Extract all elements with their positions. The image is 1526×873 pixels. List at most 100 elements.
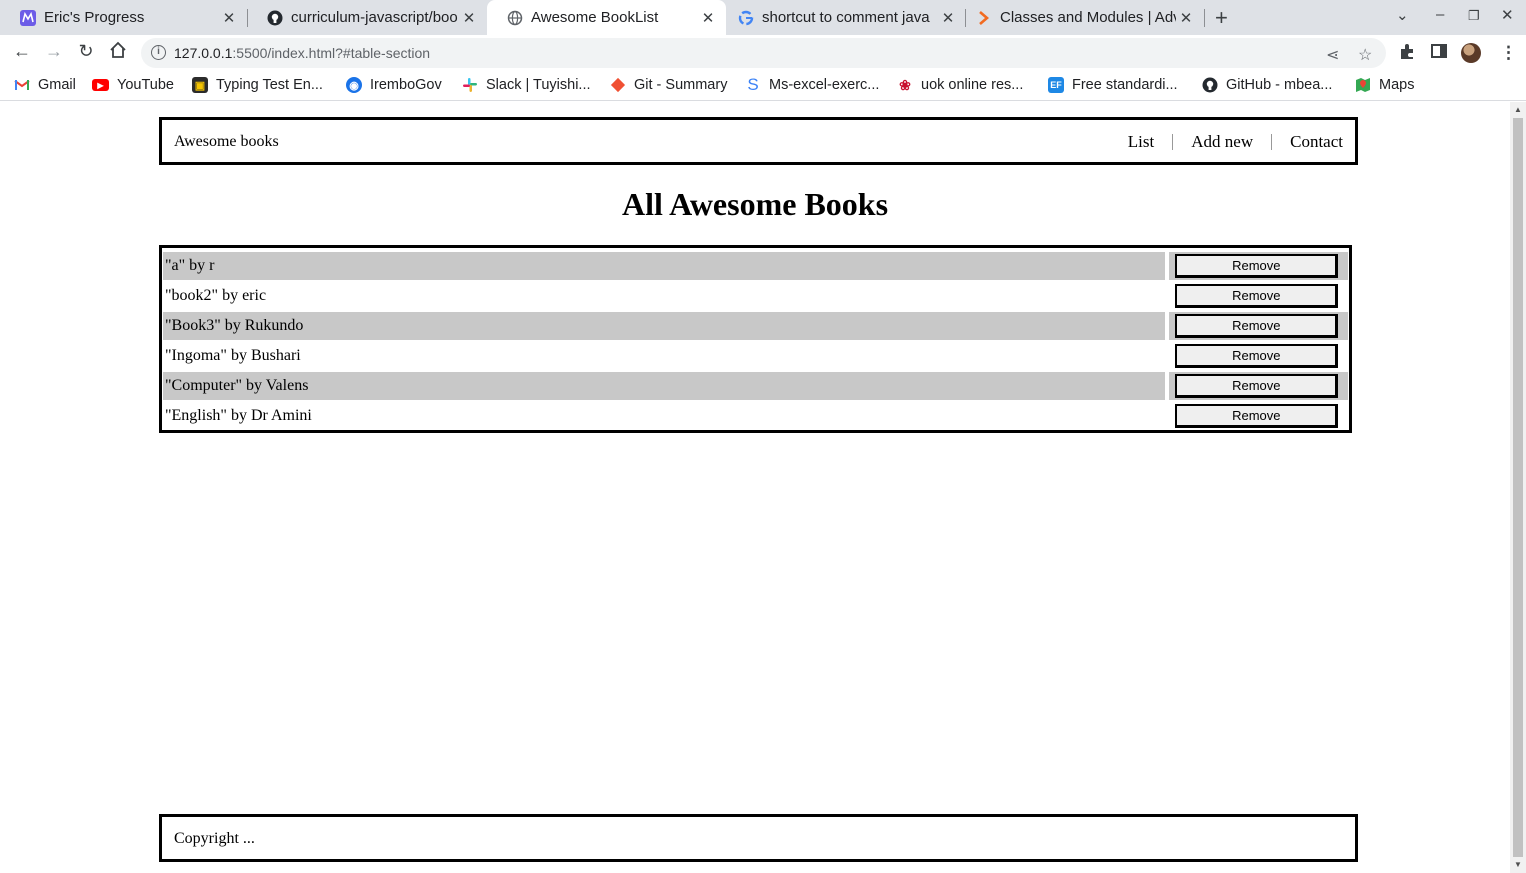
ef-icon: EF	[1048, 77, 1064, 93]
tab-curriculum[interactable]: curriculum-javascript/boo ✕	[247, 0, 487, 35]
irembo-icon: ◉	[346, 77, 362, 93]
nav-divider	[1271, 134, 1273, 150]
nav-link-list[interactable]: List	[1128, 132, 1154, 152]
book-action-cell: Remove	[1169, 312, 1348, 340]
close-icon[interactable]: ✕	[938, 9, 958, 27]
close-window-icon[interactable]: ✕	[1501, 6, 1514, 24]
book-action-cell: Remove	[1169, 252, 1348, 280]
book-title: "Ingoma" by Bushari	[165, 347, 301, 364]
star-icon[interactable]: ☆	[1358, 45, 1372, 65]
bookmark-label: Ms-excel-exerc...	[769, 77, 880, 93]
book-title: "Computer" by Valens	[163, 372, 1166, 400]
page-title: All Awesome Books	[621, 186, 889, 222]
tab-title: Classes and Modules | Adv	[1000, 9, 1176, 26]
tab-erics-progress[interactable]: Eric's Progress ✕	[0, 0, 247, 35]
bookmark-label: Slack | Tuyishi...	[486, 77, 591, 93]
close-icon[interactable]: ✕	[1176, 9, 1196, 27]
arrow-icon	[976, 10, 992, 26]
bookmark-slack[interactable]: Slack | Tuyishi...	[462, 77, 591, 93]
remove-button[interactable]: Remove	[1175, 404, 1339, 428]
close-icon[interactable]: ✕	[219, 9, 239, 27]
tab-title: shortcut to comment java	[762, 9, 930, 26]
youtube-icon: ▶	[92, 79, 109, 91]
info-icon[interactable]: i	[151, 45, 166, 60]
remove-button[interactable]: Remove	[1175, 254, 1339, 278]
tab-classes-modules[interactable]: Classes and Modules | Adv ✕	[966, 0, 1204, 35]
site-navbar: Awesome books List Add new Contact	[159, 117, 1358, 165]
book-title: "Book3" by Rukundo	[163, 312, 1166, 340]
site-footer: Copyright ...	[159, 814, 1358, 862]
git-icon	[610, 77, 626, 93]
scroll-down-icon[interactable]: ▼	[1514, 860, 1522, 869]
tab-divider	[1204, 9, 1205, 27]
books-table: "a" by r Remove "book2" by eric Remove "…	[159, 245, 1352, 433]
bookmark-gmail[interactable]: Gmail	[14, 77, 76, 93]
book-row: "Ingoma" by Bushari Remove	[163, 341, 1348, 371]
site-brand: Awesome books	[174, 133, 279, 150]
back-icon[interactable]: ←	[10, 41, 34, 62]
extensions-icon[interactable]	[1398, 43, 1416, 66]
remove-button[interactable]: Remove	[1175, 374, 1339, 398]
book-action-cell: Remove	[1169, 282, 1348, 310]
tab-shortcut-comment[interactable]: shortcut to comment java ✕	[726, 0, 966, 35]
remove-button[interactable]: Remove	[1175, 284, 1339, 308]
tab-title: Eric's Progress	[44, 9, 145, 26]
nav-links: List Add new Contact	[1128, 132, 1343, 152]
microverse-icon	[20, 9, 36, 26]
bookmark-github[interactable]: GitHub - mbea...	[1202, 77, 1332, 93]
huawei-icon: ❀	[899, 76, 911, 93]
bookmark-label: Maps	[1379, 77, 1415, 93]
bookmarks-bar: Gmail ▶ YouTube ▣ Typing Test En... ◉ Ir…	[0, 71, 1526, 101]
remove-button[interactable]: Remove	[1175, 314, 1339, 338]
bookmark-label: YouTube	[117, 77, 174, 93]
remove-button[interactable]: Remove	[1175, 344, 1339, 368]
s-icon: S	[747, 75, 759, 94]
nav-divider	[1172, 134, 1174, 150]
home-icon[interactable]	[106, 41, 130, 64]
bookmark-typing-test[interactable]: ▣ Typing Test En...	[192, 77, 323, 93]
close-icon[interactable]: ✕	[698, 9, 718, 27]
book-row: "English" by Dr Amini Remove	[163, 401, 1348, 431]
share-icon[interactable]: ⋖	[1326, 45, 1339, 65]
nav-link-add-new[interactable]: Add new	[1191, 132, 1253, 152]
bookmark-free-standard[interactable]: EF Free standardi...	[1048, 77, 1178, 93]
book-row: "book2" by eric Remove	[163, 281, 1348, 311]
reload-icon[interactable]: ↻	[74, 41, 98, 62]
scroll-up-icon[interactable]: ▲	[1514, 105, 1522, 114]
page-viewport: Awesome books List Add new Contact All A…	[0, 102, 1510, 873]
tab-awesome-booklist[interactable]: Awesome BookList ✕	[487, 0, 726, 35]
nav-link-contact[interactable]: Contact	[1290, 132, 1343, 152]
typing-icon: ▣	[192, 77, 208, 93]
side-panel-icon[interactable]	[1431, 43, 1447, 64]
minimize-icon[interactable]: –	[1436, 6, 1444, 23]
restore-icon[interactable]: ❐	[1468, 8, 1480, 24]
book-row: "a" by r Remove	[163, 251, 1348, 281]
bookmark-youtube[interactable]: ▶ YouTube	[92, 77, 174, 93]
book-row: "Computer" by Valens Remove	[163, 371, 1348, 401]
bookmark-ms-excel[interactable]: S Ms-excel-exerc...	[745, 75, 880, 94]
bookmark-uok[interactable]: ❀ uok online res...	[897, 76, 1023, 94]
url-text: 127.0.0.1:5500/index.html?#table-section	[174, 45, 431, 61]
copyright-text: Copyright ...	[174, 830, 255, 847]
forward-icon[interactable]: →	[42, 41, 66, 62]
bookmark-label: Free standardi...	[1072, 77, 1178, 93]
vertical-scrollbar[interactable]: ▲ ▼	[1510, 102, 1526, 873]
book-title: "a" by r	[163, 252, 1166, 280]
maps-icon	[1355, 77, 1371, 93]
bookmark-label: IremboGov	[370, 77, 442, 93]
book-row: "Book3" by Rukundo Remove	[163, 311, 1348, 341]
tab-strip: Eric's Progress ✕ curriculum-javascript/…	[0, 0, 1526, 35]
github-icon	[267, 10, 283, 26]
profile-avatar[interactable]	[1461, 43, 1481, 63]
new-tab-button[interactable]: +	[1215, 5, 1228, 31]
tab-search-icon[interactable]: ⌄	[1396, 6, 1409, 24]
bookmark-maps[interactable]: Maps	[1355, 77, 1414, 93]
address-bar[interactable]: i 127.0.0.1:5500/index.html?#table-secti…	[141, 38, 1386, 68]
bookmark-irembogov[interactable]: ◉ IremboGov	[346, 77, 442, 93]
scrollbar-thumb[interactable]	[1513, 118, 1523, 857]
book-action-cell: Remove	[1169, 372, 1348, 400]
bookmark-git-summary[interactable]: Git - Summary	[610, 77, 727, 93]
tab-title: curriculum-javascript/boo	[291, 9, 458, 26]
menu-icon[interactable]: ⋮	[1500, 43, 1517, 63]
close-icon[interactable]: ✕	[459, 9, 479, 27]
